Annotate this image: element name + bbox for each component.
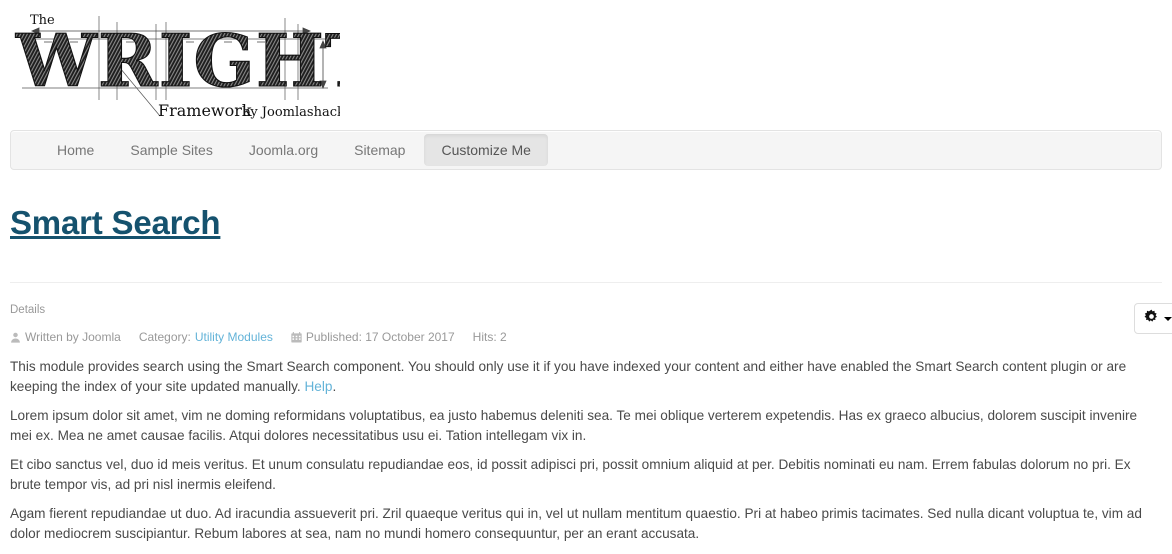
article-published-text: Published: 17 October 2017 [305,330,455,344]
site-header: WRIGH The Framework by Joomlashack [0,0,1172,122]
nav-item-home[interactable]: Home [40,134,111,166]
paragraph-1-link-suffix: . [332,379,337,394]
article-category: Category: Utility Modules [139,330,273,344]
article-published: Published: 17 October 2017 [291,330,455,344]
paragraph-1-line-1: This module provides search using the Sm… [10,359,1127,374]
nav-item-joomla-org[interactable]: Joomla.org [232,134,335,166]
article-hits: Hits: 2 [472,330,507,344]
article-paragraph-1: This module provides search using the Sm… [10,357,1162,397]
article-body: This module provides search using the Sm… [10,357,1162,544]
paragraph-4-line-2: dolor mediocrem suscipiantur. Rebum labo… [10,526,700,541]
paragraph-4-line-1: Agam fierent repudiandae ut duo. Ad irac… [10,506,1142,521]
title-divider [10,282,1162,283]
svg-text:WRIGHT: WRIGHT [15,18,340,103]
svg-text:Framework: Framework [158,101,252,120]
details-label: Details [10,304,46,316]
article-actions-dropdown[interactable] [1134,303,1172,334]
paragraph-2-line-2: mei ex. Mea ne amet causae facilis. Atqu… [10,428,587,443]
user-icon [10,332,21,343]
article-paragraph-2: Lorem ipsum dolor sit amet, vim ne domin… [10,406,1162,446]
page-root: WRIGH The Framework by Joomlashack Home … [0,0,1172,554]
paragraph-1-line-2: keeping the index of your site updated m… [10,379,305,394]
article-author: Written by Joomla [10,330,121,344]
svg-text:The: The [30,13,55,28]
site-logo[interactable]: WRIGH The Framework by Joomlashack [10,8,340,120]
nav-item-customize-me[interactable]: Customize Me [424,134,548,166]
chevron-down-icon [1164,316,1172,321]
paragraph-2-line-1: Lorem ipsum dolor sit amet, vim ne domin… [10,408,1138,423]
article-info: Written by Joomla Category: Utility Modu… [10,330,1162,344]
calendar-icon [291,331,302,343]
paragraph-3-line-1: Et cibo sanctus vel, duo id meis veritus… [10,457,1131,472]
main-navigation: Home Sample Sites Joomla.org Sitemap Cus… [10,130,1162,170]
svg-text:by Joomlashack: by Joomlashack [242,105,340,120]
gear-icon [1144,309,1159,329]
article-category-label: Category: [138,330,191,344]
article-category-link[interactable]: Utility Modules [195,330,273,344]
article-paragraph-4: Agam fierent repudiandae ut duo. Ad irac… [10,504,1162,544]
nav-item-sitemap[interactable]: Sitemap [337,134,422,166]
main-content: Smart Search Details Written by Joomla C… [0,204,1172,544]
article-paragraph-3: Et cibo sanctus vel, duo id meis veritus… [10,455,1162,495]
help-link[interactable]: Help [304,379,332,394]
page-title-link[interactable]: Smart Search [10,204,221,241]
nav-item-sample-sites[interactable]: Sample Sites [113,134,229,166]
article-details-row: Details Written by Joomla Category: Util… [10,303,1172,344]
article-author-text: Written by Joomla [25,330,121,344]
paragraph-3-line-2: brute tempor vis, ad pri nisl inermis el… [10,477,276,492]
page-title: Smart Search [10,204,1162,242]
